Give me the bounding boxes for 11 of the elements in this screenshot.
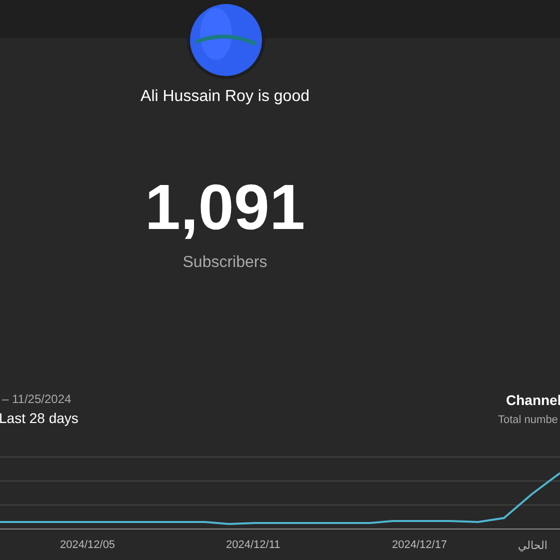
axis-label: 2024/12/05 — [60, 539, 116, 551]
axis-label: 2024/12/17 — [392, 539, 448, 551]
date-range: – 11/25/2024 — [2, 392, 72, 406]
metric-title: Channel — [506, 392, 560, 408]
channel-name: Ali Hussain Roy is good — [140, 88, 310, 106]
axis-label: 2024/12/11 — [226, 539, 282, 551]
period-label[interactable]: Last 28 days — [0, 410, 78, 426]
subscriber-label: Subscribers — [182, 254, 268, 272]
subscriber-count: 1,091 — [144, 172, 306, 242]
metric-subtitle: Total numbe — [498, 414, 559, 426]
axis-label: الحالي — [518, 538, 548, 552]
